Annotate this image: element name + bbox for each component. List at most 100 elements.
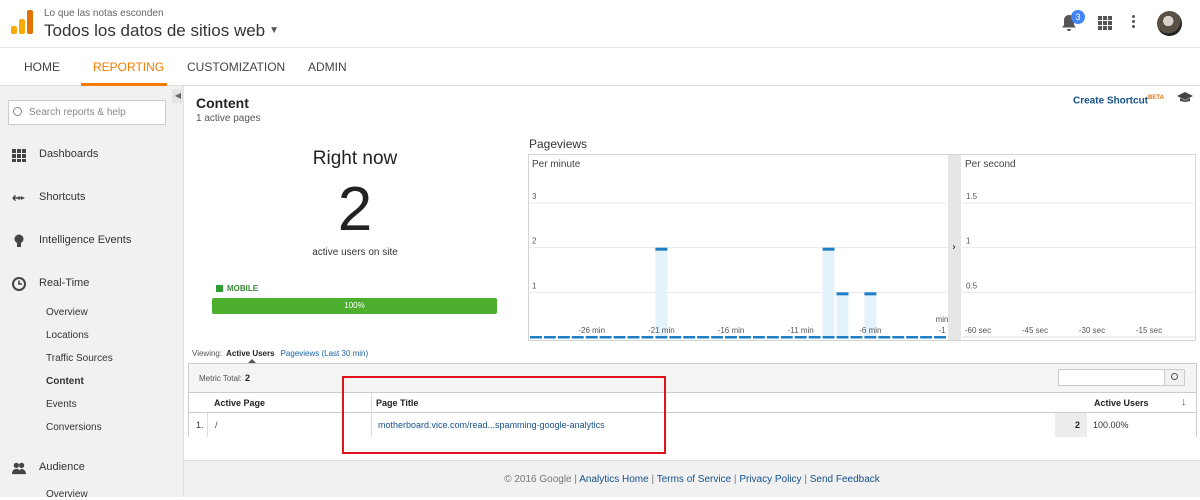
main-nav: HOME REPORTING CUSTOMIZATION ADMIN — [0, 47, 1200, 86]
tab-customization[interactable]: CUSTOMIZATION — [175, 48, 285, 86]
pageview-baseline — [752, 336, 765, 339]
footer-link-feedback[interactable]: Send Feedback — [810, 474, 880, 485]
sidebar-sub-events[interactable]: Events — [46, 399, 77, 410]
x-tick-label: -26 min — [578, 326, 605, 335]
col-active-page[interactable]: Active Page — [214, 398, 265, 408]
metric-total-label: Metric Total: — [199, 374, 242, 383]
shortcut-arrow-icon — [12, 194, 25, 202]
footer-link-analytics-home[interactable]: Analytics Home — [579, 474, 648, 485]
viewing-active-users[interactable]: Active Users — [226, 349, 274, 358]
pageview-baseline — [766, 336, 779, 339]
search-icon — [1171, 373, 1178, 380]
x-tick-label: -1 — [938, 326, 946, 335]
more-vert-icon[interactable] — [1132, 15, 1136, 31]
sidebar-sub-content[interactable]: Content — [46, 376, 84, 387]
pageview-baseline — [641, 336, 654, 339]
x-tick-label: -16 min — [718, 326, 745, 335]
pageview-baseline — [627, 336, 640, 339]
viewing-label: Viewing: — [192, 349, 223, 358]
analytics-logo-icon[interactable] — [11, 10, 33, 34]
pageview-bar-top — [864, 292, 877, 296]
beta-badge: BETA — [1148, 95, 1164, 101]
per-second-title: Per second — [965, 159, 1016, 170]
sidebar-item-intelligence-events[interactable]: Intelligence Events — [0, 231, 184, 251]
pageview-baseline — [571, 336, 584, 339]
device-legend: MOBILE — [216, 284, 258, 293]
active-users-label: active users on site — [312, 247, 398, 258]
tab-home[interactable]: HOME — [12, 48, 68, 86]
pageview-baseline — [892, 336, 905, 339]
footer-link-terms[interactable]: Terms of Service — [657, 474, 731, 485]
clock-icon — [12, 277, 26, 291]
row-percent: 100.00% — [1093, 420, 1129, 430]
view-selector[interactable]: Todos los datos de sitios web ▼ — [44, 21, 279, 41]
sidebar-sub-conversions[interactable]: Conversions — [46, 422, 102, 433]
pageview-bar-top — [822, 247, 835, 251]
footer-link-privacy[interactable]: Privacy Policy — [739, 474, 801, 485]
viewing-pageviews-link[interactable]: Pageviews (Last 30 min) — [281, 349, 369, 358]
metric-total-value: 2 — [244, 373, 250, 383]
table-row: 1. / motherboard.vice.com/read...spammin… — [189, 413, 1196, 437]
avatar[interactable] — [1157, 11, 1182, 36]
pageviews-chart-svg: Per minute123-26 min -21 min -16 min -11 mi… — [529, 155, 1195, 340]
col-divider — [207, 413, 208, 437]
sidebar-sub-overview[interactable]: Overview — [46, 307, 88, 318]
pageview-baseline — [822, 336, 835, 339]
search-icon — [8, 100, 28, 125]
pageview-baseline — [613, 336, 626, 339]
per-minute-title: Per minute — [532, 159, 581, 170]
pageview-baseline — [585, 336, 598, 339]
graduation-cap-icon[interactable] — [1177, 92, 1193, 102]
pageview-bar — [822, 247, 835, 337]
pageview-baseline — [683, 336, 696, 339]
table-search-input[interactable] — [1058, 369, 1185, 386]
pageview-baseline — [850, 336, 863, 339]
col-active-users[interactable]: Active Users — [1094, 398, 1149, 408]
pageview-baseline — [836, 336, 849, 339]
table-header: Active Page Page Title Active Users ↓ — [189, 392, 1196, 413]
x-tick-label: -15 sec — [1136, 326, 1162, 335]
pageview-baseline — [655, 336, 668, 339]
pageview-baseline — [878, 336, 891, 339]
device-label: MOBILE — [227, 284, 259, 293]
pageview-bar — [836, 292, 849, 337]
sidebar-sub-traffic-sources[interactable]: Traffic Sources — [46, 353, 113, 364]
create-shortcut-link[interactable]: Create ShortcutBETA — [1073, 95, 1164, 106]
sidebar-sub-locations[interactable]: Locations — [46, 330, 89, 341]
collapse-sidebar-icon[interactable]: ◀ — [172, 89, 184, 103]
sidebar: Search reports & help Dashboards Shortcu… — [0, 86, 184, 500]
sidebar-item-dashboards[interactable]: Dashboards — [0, 145, 184, 165]
y-tick-label: 3 — [532, 192, 537, 201]
lightbulb-icon — [14, 234, 24, 247]
tab-admin[interactable]: ADMIN — [296, 48, 356, 86]
x-tick-label: -6 min — [859, 326, 881, 335]
pageview-baseline — [780, 336, 793, 339]
apps-grid-icon[interactable] — [1098, 16, 1112, 30]
pageview-bar-top — [655, 247, 668, 251]
sidebar-sub-audience-overview[interactable]: Overview — [46, 489, 88, 500]
sidebar-item-real-time[interactable]: Real-Time — [0, 274, 184, 294]
row-page-link[interactable]: / — [215, 420, 218, 430]
view-name: Todos los datos de sitios web — [44, 21, 266, 40]
metric-total: Metric Total: 2 — [199, 373, 250, 383]
pageview-bar-top — [836, 292, 849, 296]
tab-reporting[interactable]: REPORTING — [81, 48, 167, 86]
active-users-count: 2 — [337, 175, 373, 244]
grid-icon — [12, 149, 26, 162]
y-tick-label: 1 — [966, 237, 971, 246]
sidebar-search-input[interactable]: Search reports & help — [8, 100, 166, 125]
pageview-baseline — [739, 336, 751, 339]
pageviews-title: Pageviews — [529, 137, 588, 151]
table-search-button[interactable] — [1164, 370, 1184, 385]
y-tick-label: 0.5 — [966, 281, 978, 290]
footer: © 2016 Google | Analytics Home | Terms o… — [184, 460, 1200, 497]
content-table: Metric Total: 2 Active Page Page Title Ac… — [188, 363, 1197, 437]
pageview-baseline — [906, 336, 919, 339]
sidebar-item-audience[interactable]: Audience — [0, 458, 184, 478]
pageview-baseline — [808, 336, 821, 339]
pageview-baseline — [669, 336, 682, 339]
pageview-baseline — [794, 336, 807, 339]
sort-desc-icon[interactable]: ↓ — [1181, 396, 1187, 408]
sidebar-item-label: Audience — [39, 461, 85, 473]
sidebar-item-shortcuts[interactable]: Shortcuts — [0, 188, 184, 208]
